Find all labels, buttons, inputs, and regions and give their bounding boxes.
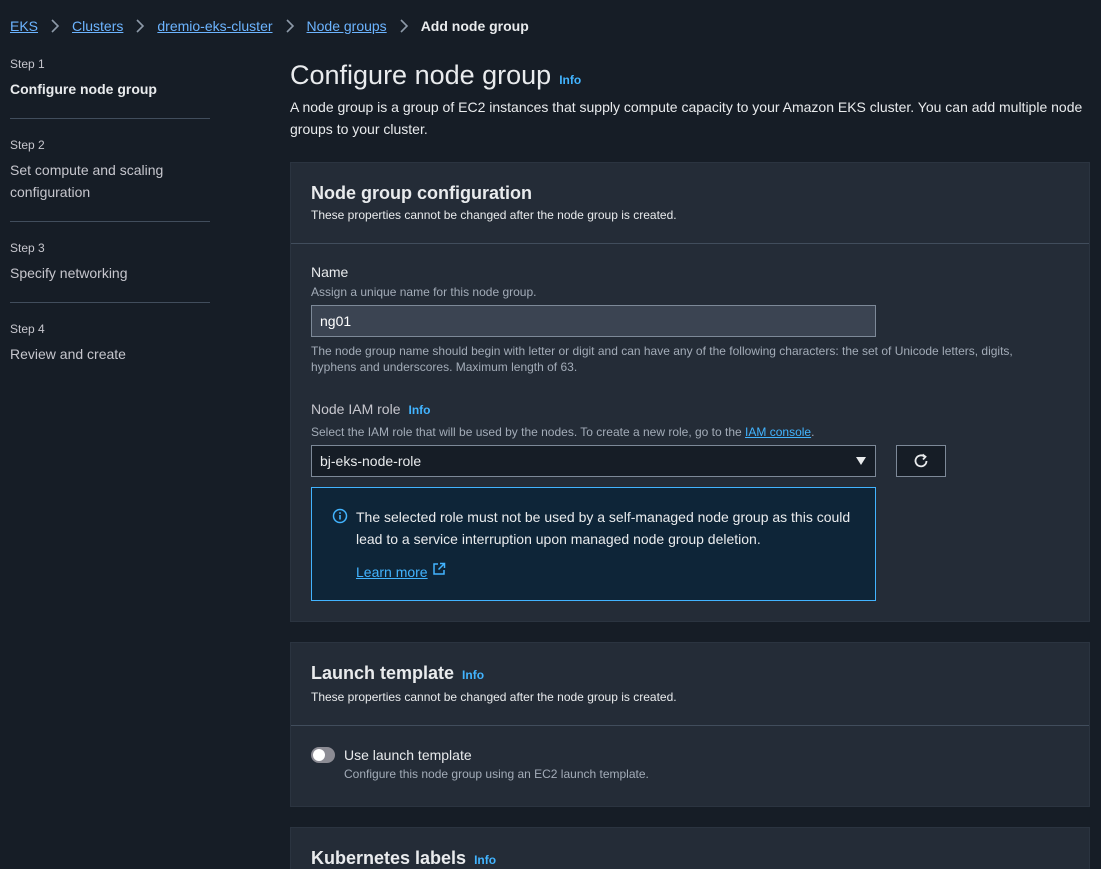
step-4: Step 4 Review and create (10, 321, 210, 383)
step-2: Step 2 Set compute and scaling configura… (10, 137, 210, 222)
launch-template-info-link[interactable]: Info (462, 663, 484, 687)
iam-role-label-text: Node IAM role (311, 401, 401, 417)
card-title: Kubernetes labels (311, 847, 467, 868)
breadcrumb-clusters[interactable]: Clusters (72, 18, 123, 34)
breadcrumb-node-groups[interactable]: Node groups (307, 18, 387, 34)
iam-console-link[interactable]: IAM console (745, 425, 811, 439)
step-number: Step 2 (10, 138, 45, 152)
chevron-right-icon (135, 19, 145, 33)
main-content: Configure node group Info A node group i… (290, 56, 1090, 869)
breadcrumb-cluster-name[interactable]: dremio-eks-cluster (157, 18, 272, 34)
page-header: Configure node group Info (290, 56, 1090, 94)
iam-role-desc-suffix: . (811, 425, 815, 439)
step-title: Set compute and scaling configuration (10, 162, 164, 200)
step-number: Step 4 (10, 322, 45, 336)
info-icon (332, 508, 348, 582)
node-group-config-card: Node group configuration These propertie… (290, 162, 1090, 622)
step-number: Step 3 (10, 241, 45, 255)
wizard-steps: Step 1 Configure node group Step 2 Set c… (10, 56, 210, 401)
chevron-right-icon (285, 19, 295, 33)
card-subtitle: These properties cannot be changed after… (311, 689, 677, 704)
card-body: Name Assign a unique name for this node … (291, 244, 1089, 621)
iam-role-label: Node IAM role Info (311, 399, 1069, 420)
toggle-label: Use launch template (344, 746, 472, 763)
breadcrumb: EKS Clusters dremio-eks-cluster Node gro… (10, 16, 529, 36)
toggle-text: Use launch template Configure this node … (344, 744, 649, 782)
iam-role-description: Select the IAM role that will be used by… (311, 424, 1069, 440)
card-header: Kubernetes labels Info (291, 828, 1089, 869)
iam-role-field: Node IAM role Info Select the IAM role t… (311, 399, 1069, 601)
chevron-right-icon (50, 19, 60, 33)
card-title: Node group configuration (311, 183, 532, 203)
page-description: A node group is a group of EC2 instances… (290, 99, 1083, 137)
card-title: Launch template (311, 662, 455, 683)
refresh-icon (914, 453, 928, 468)
card-title-row: Kubernetes labels Info (311, 846, 1069, 869)
step-number: Step 1 (10, 57, 45, 71)
iam-role-desc-prefix: Select the IAM role that will be used by… (311, 425, 746, 439)
card-header: Launch template Info These properties ca… (291, 643, 1089, 726)
name-input[interactable]: ng01 (311, 305, 876, 337)
step-title: Review and create (10, 346, 126, 362)
page-title: Configure node group (290, 60, 552, 90)
iam-role-select[interactable]: bj-eks-node-role (311, 445, 876, 477)
alert-message: The selected role must not be used by a … (356, 509, 851, 547)
external-link-icon (432, 562, 446, 581)
card-subtitle: These properties cannot be changed after… (311, 208, 677, 222)
caret-down-icon (855, 453, 867, 469)
role-info-alert: The selected role must not be used by a … (311, 487, 876, 601)
breadcrumb-eks[interactable]: EKS (10, 18, 38, 34)
name-constraint-text: The node group name should begin with le… (311, 344, 1013, 374)
card-body: Use launch template Configure this node … (291, 726, 1089, 806)
card-title-row: Launch template Info (311, 661, 1069, 687)
chevron-right-icon (399, 19, 409, 33)
launch-template-card: Launch template Info These properties ca… (290, 641, 1090, 807)
breadcrumb-current: Add node group (420, 18, 529, 34)
step-3: Step 3 Specify networking (10, 240, 210, 303)
launch-template-toggle-row: Use launch template Configure this node … (311, 744, 1069, 782)
alert-content: The selected role must not be used by a … (356, 506, 855, 582)
kubernetes-labels-card: Kubernetes labels Info (290, 826, 1090, 869)
name-label: Name (311, 264, 349, 280)
name-description: Assign a unique name for this node group… (311, 285, 537, 299)
iam-role-info-link[interactable]: Info (408, 400, 430, 420)
refresh-button[interactable] (896, 445, 946, 477)
kubernetes-labels-info-link[interactable]: Info (474, 848, 496, 869)
step-title: Configure node group (10, 81, 157, 97)
card-header: Node group configuration These propertie… (291, 163, 1089, 244)
learn-more-row: Learn more (356, 562, 446, 581)
learn-more-link[interactable]: Learn more (356, 564, 428, 580)
launch-template-toggle[interactable] (311, 746, 335, 763)
step-title: Specify networking (10, 265, 128, 281)
iam-role-selected-value: bj-eks-node-role (320, 453, 422, 469)
toggle-description: Configure this node group using an EC2 l… (344, 766, 649, 781)
iam-role-select-row: bj-eks-node-role (311, 445, 1069, 477)
page-info-link[interactable]: Info (559, 73, 581, 87)
step-1: Step 1 Configure node group (10, 56, 210, 119)
